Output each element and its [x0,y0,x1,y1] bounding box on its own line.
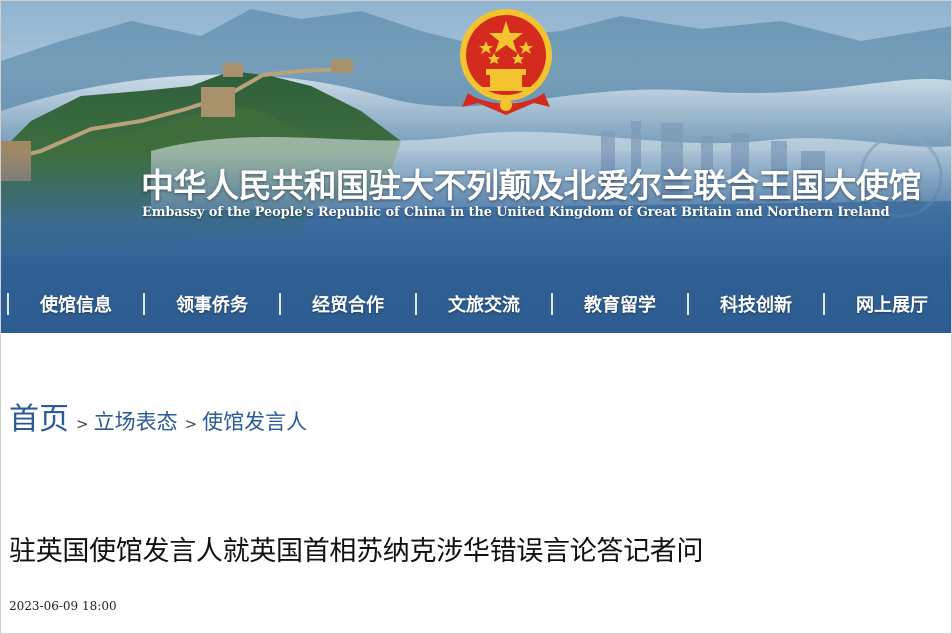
main-nav: 使馆信息 领事侨务 经贸合作 文旅交流 教育留学 科技创新 网上展厅 [1,280,951,328]
breadcrumb-link-positions[interactable]: 立场表态 [94,406,178,436]
nav-item-science-innovation[interactable]: 科技创新 [689,291,823,317]
breadcrumb: 首页 > 立场表态 > 使馆发言人 [9,394,307,438]
nav-item-online-exhibition[interactable]: 网上展厅 [825,291,951,317]
breadcrumb-separator: > [76,415,89,433]
nav-item-culture-tourism[interactable]: 文旅交流 [417,291,551,317]
nav-item-embassy-info[interactable]: 使馆信息 [9,291,143,317]
breadcrumb-separator: > [184,415,198,433]
header-banner: 中华人民共和国驻大不列颠及北爱尔兰联合王国大使馆 Embassy of the … [1,1,951,333]
page-frame: 中华人民共和国驻大不列颠及北爱尔兰联合王国大使馆 Embassy of the … [0,0,952,634]
site-title-chinese: 中华人民共和国驻大不列颠及北爱尔兰联合王国大使馆 [141,166,922,205]
breadcrumb-home-link[interactable]: 首页 [9,394,69,438]
article-title: 驻英国使馆发言人就英国首相苏纳克涉华错误言论答记者问 [9,536,704,567]
article-date: 2023-06-09 18:00 [9,599,117,613]
breadcrumb-link-spokesperson[interactable]: 使馆发言人 [202,406,307,436]
nav-item-education[interactable]: 教育留学 [553,291,687,317]
site-title-english: Embassy of the People's Republic of Chin… [142,205,890,220]
national-emblem-icon [460,9,552,115]
nav-item-economy-trade[interactable]: 经贸合作 [281,291,415,317]
nav-item-consular-affairs[interactable]: 领事侨务 [145,291,279,317]
